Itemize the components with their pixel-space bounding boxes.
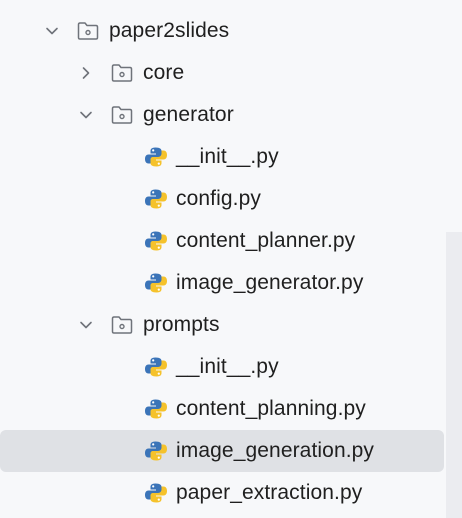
- chevron-down-icon[interactable]: [44, 23, 60, 39]
- tree-item-generator[interactable]: generator: [0, 94, 462, 136]
- tree-item-prompts[interactable]: prompts: [0, 304, 462, 346]
- tree-item-paper2slides[interactable]: paper2slides: [0, 10, 462, 52]
- chevron-down-icon[interactable]: [78, 317, 94, 333]
- folder-icon: [110, 104, 134, 126]
- tree-item-label: image_generator.py: [176, 271, 364, 294]
- tree-item-label: content_planning.py: [176, 397, 366, 420]
- tree-item-label: generator: [143, 103, 234, 126]
- tree-item-label: __init__.py: [176, 355, 279, 378]
- tree-item-label: content_planner.py: [176, 229, 356, 252]
- tree-item-file[interactable]: __init__.py: [0, 136, 462, 178]
- tree-item-label: core: [143, 61, 185, 84]
- tree-item-file[interactable]: __init__.py: [0, 346, 462, 388]
- tree-item-file[interactable]: content_planner.py: [0, 220, 462, 262]
- tree-item-label: prompts: [143, 313, 220, 336]
- python-file-icon: [144, 398, 168, 420]
- tree-item-label: image_generation.py: [176, 439, 375, 462]
- tree-item-file[interactable]: config.py: [0, 178, 462, 220]
- folder-icon: [110, 62, 134, 84]
- tree-item-file[interactable]: paper_extraction.py: [0, 472, 462, 514]
- python-file-icon: [144, 482, 168, 504]
- tree-item-file[interactable]: image_generator.py: [0, 262, 462, 304]
- folder-icon: [110, 314, 134, 336]
- python-file-icon: [144, 272, 168, 294]
- folder-icon: [76, 20, 100, 42]
- python-file-icon: [144, 188, 168, 210]
- chevron-down-icon[interactable]: [78, 107, 94, 123]
- project-tree: paper2slides core generator __init__.py …: [0, 10, 462, 514]
- tree-item-file-selected[interactable]: image_generation.py: [0, 430, 444, 472]
- python-file-icon: [144, 440, 168, 462]
- chevron-right-icon[interactable]: [78, 65, 94, 81]
- tree-item-label: config.py: [176, 187, 261, 210]
- vertical-scrollbar[interactable]: [446, 232, 462, 518]
- tree-item-label: __init__.py: [176, 145, 279, 168]
- python-file-icon: [144, 230, 168, 252]
- tree-item-file[interactable]: content_planning.py: [0, 388, 462, 430]
- python-file-icon: [144, 146, 168, 168]
- python-file-icon: [144, 356, 168, 378]
- tree-item-label: paper_extraction.py: [176, 481, 363, 504]
- tree-item-core[interactable]: core: [0, 52, 462, 94]
- tree-item-label: paper2slides: [109, 19, 230, 42]
